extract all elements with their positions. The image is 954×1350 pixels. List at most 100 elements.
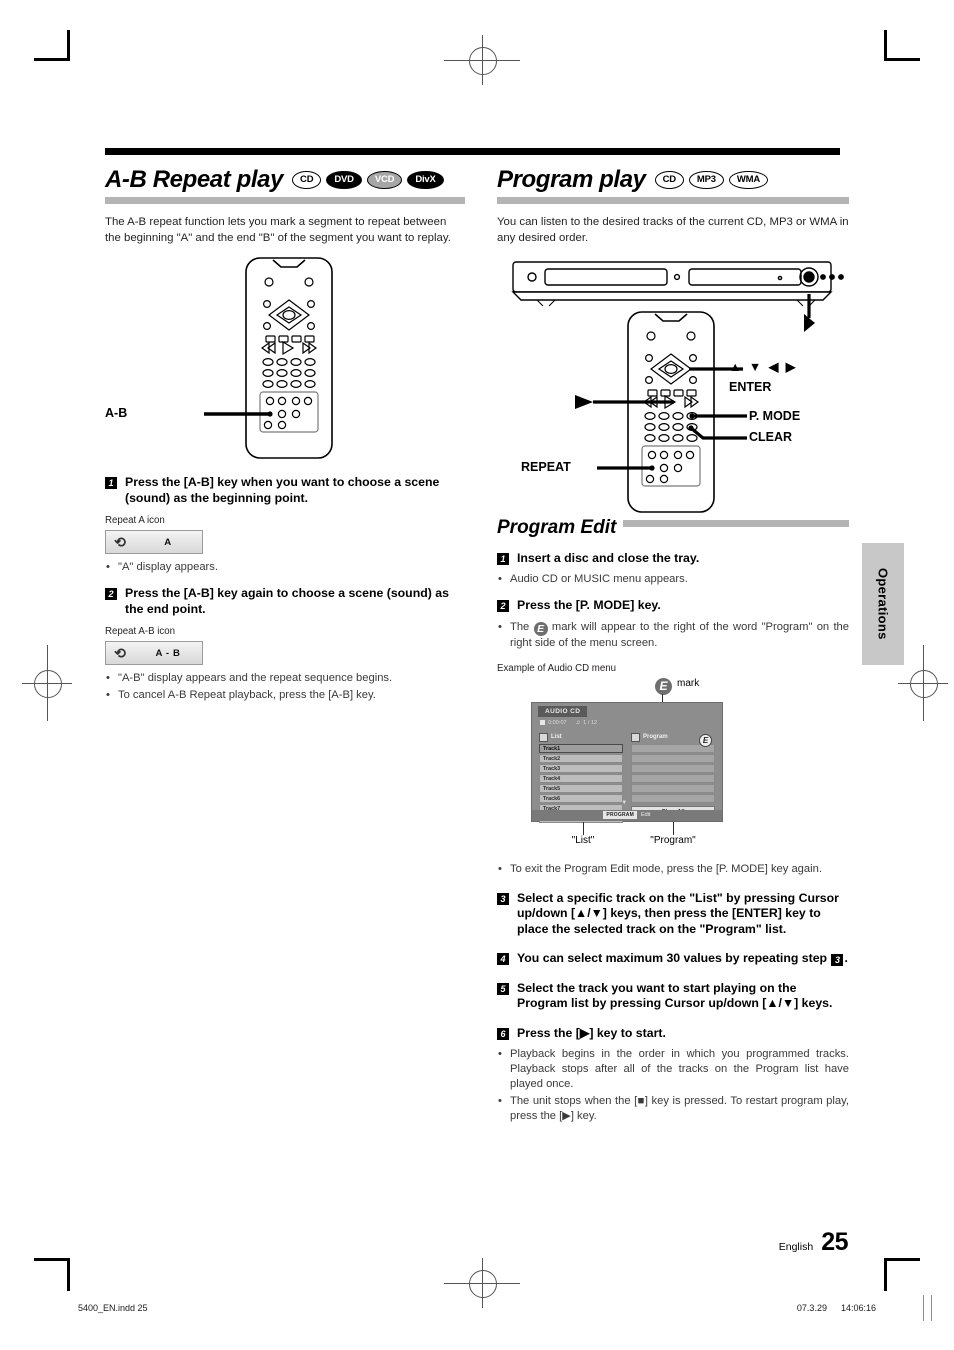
osd-program-slot[interactable] — [631, 764, 715, 773]
badge-cd: CD — [654, 171, 684, 189]
bullet-dot: • — [498, 1048, 502, 1061]
osd-elapsed-time: 0:00:07 — [540, 719, 567, 726]
right-step-2: 2 Press the [P. MODE] key. — [497, 598, 849, 614]
e-mark-inline: E — [533, 621, 548, 636]
player-and-remote-illustration — [511, 261, 844, 513]
print-timestamp: 07.3.29 14:06:16 — [797, 1303, 876, 1313]
step-number: 1 — [497, 552, 509, 565]
step-number: 2 — [105, 588, 117, 600]
callout-label-repeat: REPEAT — [521, 460, 571, 474]
print-date: 07.3.29 — [796, 1303, 827, 1313]
footer-page-number: 25 — [821, 1228, 848, 1256]
osd-track-row[interactable]: Track5 — [539, 784, 623, 793]
osd-disc-type: AUDIO CD — [538, 705, 588, 717]
bullet-dot: • — [498, 573, 502, 586]
bullet-dot: • — [106, 561, 110, 573]
badge-divx: DivX — [407, 171, 444, 189]
program-leader-label: "Program" — [650, 834, 696, 846]
osd-track-row[interactable]: Track2 — [539, 754, 623, 763]
right-step-6-bullets: • Playback begins in the order in which … — [497, 1047, 849, 1124]
footer-language: English — [778, 1241, 814, 1253]
e-mark-callout-letter: E — [655, 677, 672, 695]
side-tab-label: Operations — [875, 568, 891, 640]
bullet-text: To cancel A-B Repeat playback, press the… — [118, 689, 376, 701]
callout-label-enter: ENTER — [729, 380, 772, 394]
osd-list-title: List — [551, 734, 562, 741]
repeat-a-caption: Repeat A icon — [105, 515, 165, 526]
print-hairline-right — [923, 1295, 924, 1321]
right-step-6: 6 Press the [▶] key to start. — [497, 1026, 849, 1042]
audio-cd-menu-screenshot: AUDIO CD 0:00:07 ♫ 1 / 12 List Track1 Tra… — [531, 701, 723, 823]
registration-mark-top — [444, 35, 520, 85]
step-text-before: You can select maximum 30 values by repe… — [517, 951, 831, 966]
step-number: 5 — [497, 982, 509, 995]
play-arrow-icon-remote — [575, 395, 593, 409]
osd-program-slot[interactable] — [631, 754, 715, 763]
left-heading-row: A-B Repeat play CD DVD VCD DivX — [105, 168, 465, 192]
step-reference: 3 — [831, 954, 844, 967]
osd-program-slot[interactable] — [631, 784, 715, 793]
manual-page: A-B Repeat play CD DVD VCD DivX The A-B … — [0, 0, 954, 1350]
osd-track-count: ♫ 1 / 12 — [575, 719, 598, 726]
bullet-item: • To cancel A-B Repeat playback, press t… — [105, 688, 465, 703]
osd-program-slot[interactable] — [631, 794, 715, 803]
step-text: Press the [A-B] key when you want to cho… — [125, 475, 440, 505]
print-time: 14:06:16 — [840, 1303, 876, 1313]
bullet-text: To exit the Program Edit mode, press the… — [510, 862, 822, 875]
list-leader-label: "List" — [571, 834, 595, 846]
bullet-text: Playback begins in the order in which yo… — [510, 1048, 849, 1091]
remote-diagram-left: A-B — [105, 252, 465, 464]
step-number: 1 — [105, 477, 117, 489]
callout-label-clear: CLEAR — [749, 430, 793, 444]
right-step-4: 4 You can select maximum 30 values by re… — [497, 951, 849, 967]
right-intro-text: You can listen to the desired tracks of … — [497, 216, 849, 244]
page-title-right: Program play — [497, 166, 646, 193]
step-text: Press the [▶] key to start. — [517, 1025, 666, 1040]
left-step-2: 2 Press the [A-B] key again to choose a … — [105, 586, 465, 617]
step-number: 6 — [497, 1027, 509, 1040]
step-text: You can select maximum 30 values by repe… — [517, 951, 848, 967]
step-text: Select the track you want to start playi… — [517, 980, 833, 1011]
program-diagram: ▲ ▼ ◀ ▶ ENTER P. MODE CLEAR REPEAT — [497, 256, 849, 516]
badge-vcd: VCD — [366, 171, 403, 189]
bullet-item: • Audio CD or MUSIC menu appears. — [497, 572, 849, 587]
osd-track-row[interactable]: Track3 — [539, 764, 623, 773]
exit-note-bullets: • To exit the Program Edit mode, press t… — [497, 862, 849, 877]
step-number: 2 — [497, 600, 509, 613]
list-leader-line — [583, 821, 584, 835]
step-text: Press the [P. MODE] key. — [517, 598, 661, 613]
osd-leader-labels: "List" "Program" — [531, 821, 721, 852]
repeat-arrow-icon: ⟲ — [114, 534, 126, 550]
clear-leader-line — [689, 426, 747, 440]
osd-scroll-down-icon[interactable]: ▼ — [621, 800, 627, 806]
step-text: Press the [A-B] key again to choose a sc… — [125, 586, 449, 616]
bullet-text: "A" display appears. — [118, 561, 218, 573]
step-text: Insert a disc and close the tray. — [517, 550, 700, 565]
repeat-a-icon-chip: ⟲ A — [105, 530, 203, 554]
badge-mp3: MP3 — [688, 171, 724, 189]
music-note-icon: ♫ — [575, 719, 581, 726]
page-footer: English 25 — [778, 1228, 849, 1257]
repeat-ab-caption: Repeat A-B icon — [105, 626, 176, 637]
program-leader-line — [673, 821, 674, 835]
left-heading-rule — [105, 197, 465, 204]
bullet-item: • The E mark will appear to the right of… — [497, 620, 849, 651]
osd-track-row[interactable]: Track6 — [539, 794, 623, 803]
bullet-text-rest: mark will appear to the right of the wor… — [510, 620, 850, 649]
step-number: 4 — [497, 953, 509, 966]
registration-mark-right — [898, 645, 948, 721]
osd-list-header: List — [539, 732, 623, 742]
media-badges-left: CD DVD VCD DivX — [292, 171, 444, 192]
right-step-3: 3 Select a specific track on the "List" … — [497, 891, 849, 938]
right-column: Program play CD MP3 WMA You can listen t… — [497, 168, 849, 1124]
stop-square-icon — [540, 719, 545, 725]
bullet-item: • "A" display appears. — [105, 560, 465, 575]
left-column: A-B Repeat play CD DVD VCD DivX The A-B … — [105, 168, 465, 703]
media-badges-right: CD MP3 WMA — [654, 171, 769, 192]
osd-track-row[interactable]: Track1 — [539, 744, 623, 753]
osd-track-row[interactable]: Track4 — [539, 774, 623, 783]
osd-program-slot[interactable] — [631, 774, 715, 783]
left-step-1: 1 Press the [A-B] key when you want to c… — [105, 475, 465, 506]
right-heading-rule — [497, 197, 849, 204]
print-file-info: 5400_EN.indd 25 — [78, 1303, 148, 1313]
